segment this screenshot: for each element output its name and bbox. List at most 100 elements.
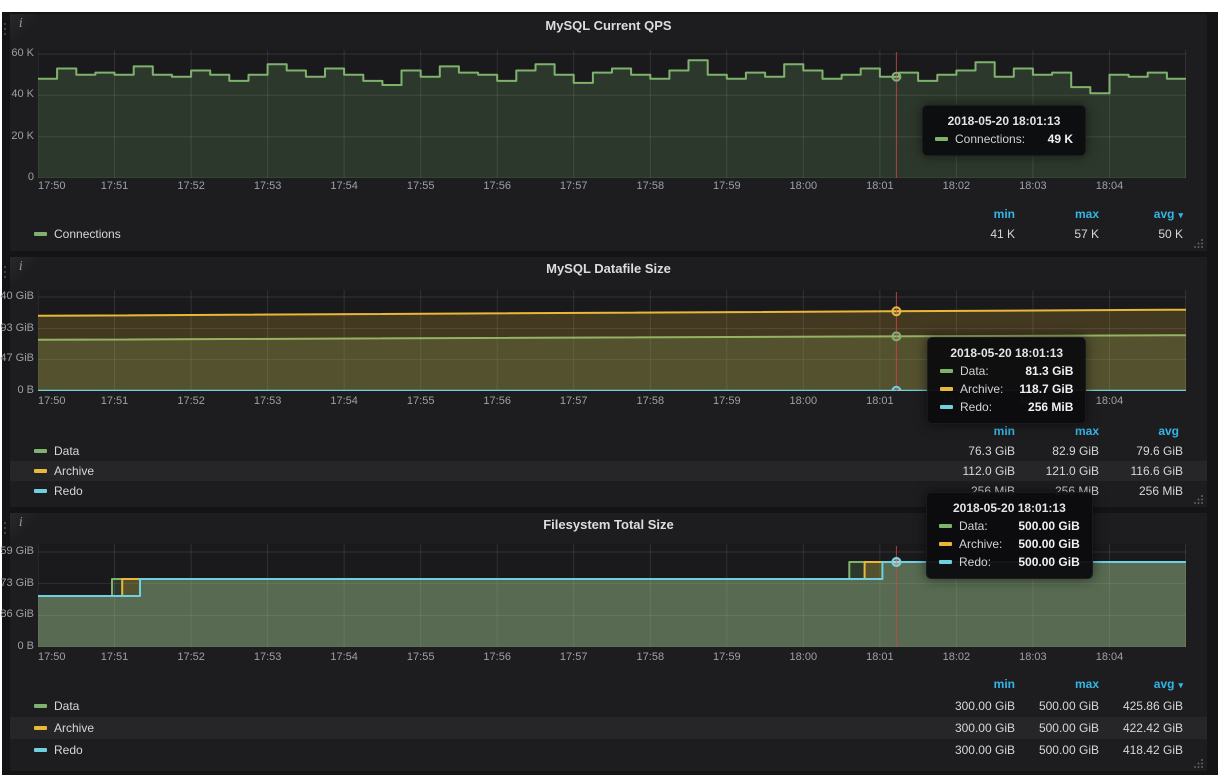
legend-stats-header: min max avg▾ [10, 204, 1207, 224]
tooltip-filesystem: 2018-05-20 18:01:13 Data: 500.00 GiB Arc… [926, 492, 1093, 579]
sort-caret-icon: ▾ [1178, 210, 1183, 220]
panel-drag-handle[interactable] [3, 263, 8, 278]
stat-avg-header[interactable]: avg▾ [1099, 677, 1183, 691]
tooltip-value: 81.3 GiB [1009, 364, 1073, 378]
x-tick-label: 17:53 [254, 651, 282, 663]
panel-resize-handle[interactable] [1193, 758, 1204, 769]
x-tick-label: 17:59 [713, 395, 741, 407]
x-tick-label: 17:51 [101, 651, 129, 663]
x-tick-label: 18:00 [790, 180, 818, 192]
tooltip-row: Data: 500.00 GiB [939, 519, 1080, 533]
tooltip-value: 500.00 GiB [1002, 555, 1079, 569]
panel-drag-handle[interactable] [3, 20, 8, 35]
legend-series-label: Redo [54, 743, 83, 757]
series-color-dash-icon [34, 726, 47, 730]
tooltip-row: Redo: 256 MiB [940, 400, 1073, 414]
stat-avg-header[interactable]: avg [1099, 424, 1183, 438]
stat-min-header[interactable]: min [931, 677, 1015, 691]
tooltip-value: 49 K [1032, 132, 1073, 146]
tooltip-row: Data: 81.3 GiB [940, 364, 1073, 378]
series-color-dash-icon [939, 542, 952, 546]
stat-max-header[interactable]: max [1015, 424, 1099, 438]
y-tick-label: 20 K [11, 130, 34, 142]
x-tick-label: 17:59 [713, 180, 741, 192]
legend-series-toggle[interactable]: Redo [34, 743, 83, 757]
legend-series-toggle[interactable]: Redo [34, 484, 83, 498]
y-tick-label: 47 GiB [0, 352, 34, 364]
legend-series-label: Data [54, 699, 79, 713]
x-tick-label: 18:01 [866, 395, 894, 407]
y-tick-label: 559 GiB [0, 545, 34, 557]
legend-series-toggle[interactable]: Archive [34, 464, 94, 478]
x-tick-label: 17:57 [560, 651, 588, 663]
x-tick-label: 18:04 [1096, 651, 1124, 663]
series-color-dash-icon [34, 748, 47, 752]
y-tick-label: 93 GiB [0, 322, 34, 334]
x-tick-label: 17:54 [330, 395, 358, 407]
legend-series-toggle[interactable]: Data [34, 699, 79, 713]
stat-min-value: 112.0 GiB [931, 464, 1015, 478]
legend-series-label: Archive [54, 721, 94, 735]
stat-max-header[interactable]: max [1015, 207, 1099, 221]
stat-avg-header[interactable]: avg▾ [1099, 207, 1183, 221]
stat-min-value: 41 K [931, 227, 1015, 241]
tooltip-series-label: Archive: [960, 382, 1003, 396]
tooltip-series-label: Archive: [959, 537, 1002, 551]
panel-title[interactable]: MySQL Datafile Size [10, 261, 1207, 276]
legend-series-toggle[interactable]: Archive [34, 721, 94, 735]
x-tick-label: 17:53 [254, 395, 282, 407]
y-tick-label: 60 K [11, 47, 34, 59]
x-tick-label: 17:52 [177, 395, 205, 407]
y-tick-label: 0 [28, 171, 34, 183]
series-color-dash-icon [34, 449, 47, 453]
x-tick-label: 17:50 [38, 395, 66, 407]
stat-min-value: 76.3 GiB [931, 444, 1015, 458]
x-tick-label: 17:54 [330, 651, 358, 663]
x-tick-label: 17:55 [407, 180, 435, 192]
tooltip-value: 256 MiB [1012, 400, 1073, 414]
x-tick-label: 17:59 [713, 651, 741, 663]
x-tick-label: 17:54 [330, 180, 358, 192]
legend-row: Data 300.00 GiB 500.00 GiB 425.86 GiB [10, 695, 1207, 717]
x-tick-label: 18:00 [790, 395, 818, 407]
tooltip-row: Redo: 500.00 GiB [939, 555, 1080, 569]
legend-series-toggle[interactable]: Data [34, 444, 79, 458]
legend: min max avg▾ Connections 41 K 57 K 50 K [10, 204, 1207, 244]
x-tick-label: 18:02 [943, 180, 971, 192]
x-tick-label: 18:01 [866, 180, 894, 192]
stat-max-header[interactable]: max [1015, 677, 1099, 691]
stat-max-value: 57 K [1015, 227, 1099, 241]
tooltip-qps: 2018-05-20 18:01:13 Connections: 49 K [922, 105, 1086, 156]
tooltip-timestamp: 2018-05-20 18:01:13 [939, 501, 1080, 515]
y-axis: 140 GiB93 GiB47 GiB0 B [10, 290, 34, 391]
x-tick-label: 17:50 [38, 180, 66, 192]
tooltip-row: Connections: 49 K [935, 132, 1073, 146]
tooltip-row: Archive: 118.7 GiB [940, 382, 1073, 396]
tooltip-timestamp: 2018-05-20 18:01:13 [940, 346, 1073, 360]
stat-max-value: 500.00 GiB [1015, 721, 1099, 735]
series-color-dash-icon [939, 524, 952, 528]
legend-stats-header: min max avg▾ [10, 673, 1207, 695]
panel-resize-handle[interactable] [1193, 494, 1204, 505]
x-tick-label: 17:58 [637, 395, 665, 407]
tooltip-series-label: Connections: [955, 132, 1025, 146]
tooltip-series-label: Redo: [960, 400, 992, 414]
x-tick-label: 17:55 [407, 651, 435, 663]
y-axis: 60 K40 K20 K0 [10, 50, 34, 178]
legend-row: Connections 41 K 57 K 50 K [10, 224, 1207, 244]
x-tick-label: 17:55 [407, 395, 435, 407]
y-axis: 559 GiB373 GiB186 GiB0 B [10, 544, 34, 647]
x-tick-label: 17:53 [254, 180, 282, 192]
tooltip-row: Archive: 500.00 GiB [939, 537, 1080, 551]
x-tick-label: 17:52 [177, 180, 205, 192]
series-color-dash-icon [940, 369, 953, 373]
tooltip-value: 118.7 GiB [1003, 382, 1073, 396]
legend-series-toggle[interactable]: Connections [34, 227, 121, 241]
panel-drag-handle[interactable] [3, 519, 8, 534]
panel-title[interactable]: MySQL Current QPS [10, 18, 1207, 33]
stat-min-header[interactable]: min [931, 207, 1015, 221]
stat-min-header[interactable]: min [931, 424, 1015, 438]
x-tick-label: 17:57 [560, 395, 588, 407]
panel-resize-handle[interactable] [1193, 238, 1204, 249]
y-tick-label: 40 K [11, 88, 34, 100]
